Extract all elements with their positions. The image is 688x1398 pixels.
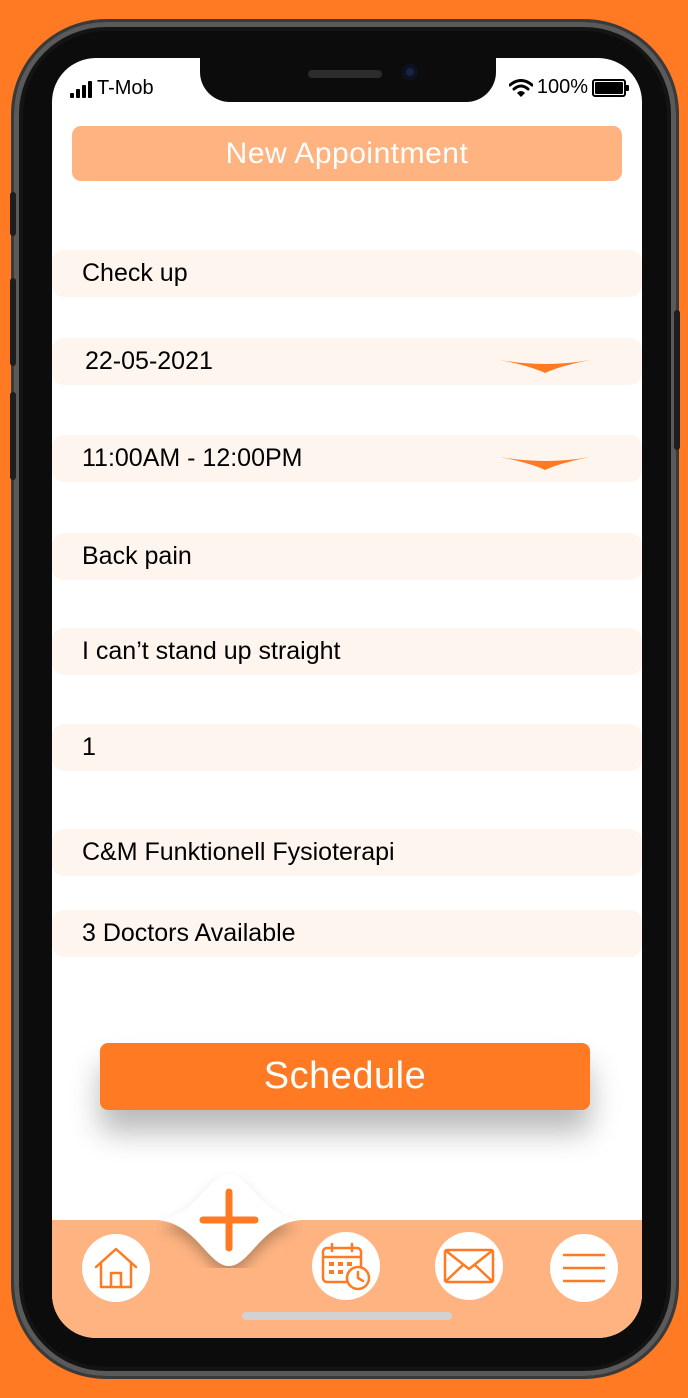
chevron-down-icon[interactable] xyxy=(500,358,590,374)
nav-mail-button[interactable] xyxy=(435,1232,503,1300)
time-select[interactable]: 11:00AM - 12:00PM xyxy=(52,435,642,482)
battery-icon xyxy=(592,78,629,97)
reason-field[interactable]: Back pain xyxy=(52,533,642,580)
bottom-nav xyxy=(52,1220,642,1338)
screen: T-Mob 100% New Appointment Check up 22-0… xyxy=(52,58,642,1338)
carrier-name: T-Mob xyxy=(97,77,154,99)
time-value: 11:00AM - 12:00PM xyxy=(82,444,303,472)
clinic-field[interactable]: C&M Funktionell Fysioterapi xyxy=(52,829,642,876)
signal-bar xyxy=(82,85,86,98)
home-indicator xyxy=(242,1312,452,1320)
signal-bar xyxy=(88,81,92,98)
battery-percent: 100% xyxy=(536,76,588,98)
signal-bar xyxy=(70,93,74,98)
menu-icon xyxy=(563,1253,605,1283)
description-field[interactable]: I can’t stand up straight xyxy=(52,628,642,675)
doctors-available-field[interactable]: 3 Doctors Available xyxy=(52,910,642,957)
home-icon xyxy=(94,1247,138,1289)
mail-icon xyxy=(443,1248,495,1284)
status-bar-left: T-Mob xyxy=(70,78,154,98)
nav-calendar-button[interactable] xyxy=(312,1232,380,1300)
calendar-clock-icon xyxy=(321,1242,371,1291)
page-title: New Appointment xyxy=(72,126,622,181)
count-field[interactable]: 1 xyxy=(52,724,642,771)
chevron-down-icon[interactable] xyxy=(500,455,590,471)
status-bar-right: 100% xyxy=(508,76,629,99)
camera xyxy=(402,64,418,80)
nav-home-button[interactable] xyxy=(82,1234,150,1302)
speaker xyxy=(308,70,382,78)
schedule-button[interactable]: Schedule xyxy=(100,1043,590,1110)
appointment-type-field[interactable]: Check up xyxy=(52,250,642,297)
notch xyxy=(200,58,496,102)
mute-switch xyxy=(10,192,16,236)
volume-up-button xyxy=(10,278,16,366)
wifi-icon xyxy=(508,78,533,97)
power-button xyxy=(674,310,680,450)
nav-menu-button[interactable] xyxy=(550,1234,618,1302)
volume-down-button xyxy=(10,392,16,480)
date-select[interactable]: 22-05-2021 xyxy=(52,338,642,385)
date-value: 22-05-2021 xyxy=(85,347,213,375)
add-appointment-button[interactable] xyxy=(156,1172,302,1268)
signal-bar xyxy=(76,89,80,98)
